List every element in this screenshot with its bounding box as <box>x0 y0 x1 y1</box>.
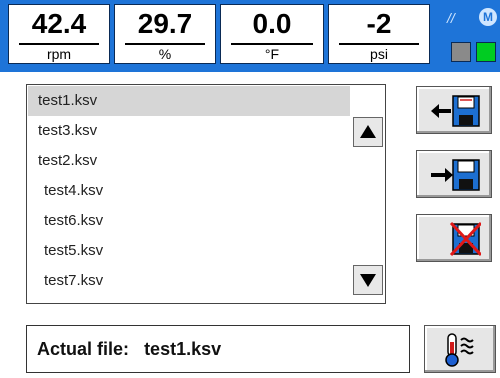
gauge-unit: °F <box>264 46 280 62</box>
save-to-disk-icon <box>431 159 480 191</box>
gauge-divider <box>339 43 419 45</box>
gauge-divider <box>231 43 313 45</box>
load-file-button[interactable] <box>416 86 492 134</box>
actual-file-label: Actual file: <box>37 339 130 359</box>
gauge-pressure: -2 psi <box>328 4 430 64</box>
temperature-button[interactable] <box>424 325 496 373</box>
thermometer-icon <box>445 333 474 367</box>
delete-file-button[interactable] <box>416 214 492 262</box>
save-file-button[interactable] <box>416 150 492 198</box>
status-bar: 42.4 rpm 29.7 % 0.0 °F -2 psi // M <box>0 0 500 72</box>
gauge-divider <box>125 43 205 45</box>
gauge-rpm: 42.4 rpm <box>8 4 110 64</box>
gauge-unit: rpm <box>46 46 72 62</box>
mode-indicator-icon: M <box>479 8 497 26</box>
file-list[interactable]: test1.ksv test3.ksv test2.ksv test4.ksv … <box>26 84 386 304</box>
delete-file-icon <box>449 221 481 257</box>
gauge-value: 0.0 <box>252 8 292 39</box>
gauge-unit: psi <box>370 46 388 62</box>
gauge-temperature: 0.0 °F <box>220 4 324 64</box>
gauge-percent: 29.7 % <box>114 4 216 64</box>
list-item[interactable]: test1.ksv <box>28 86 350 116</box>
gauge-value: -2 <box>366 8 392 39</box>
list-item[interactable]: test6.ksv <box>28 206 350 236</box>
arrow-down-icon <box>360 274 376 287</box>
load-from-disk-icon <box>431 95 480 127</box>
list-item[interactable]: test3.ksv <box>28 116 350 146</box>
status-led-green <box>476 42 496 62</box>
gauge-divider <box>19 43 99 45</box>
list-item[interactable]: test2.ksv <box>28 146 350 176</box>
gauge-unit: % <box>158 46 172 62</box>
actual-file-name: test1.ksv <box>144 339 222 359</box>
list-item[interactable]: test5.ksv <box>28 236 350 266</box>
gauge-value: 42.4 <box>31 8 87 39</box>
arrow-up-icon <box>360 125 376 138</box>
actual-file-display: Actual file: test1.ksv <box>26 325 410 373</box>
scroll-down-button[interactable] <box>353 265 383 295</box>
link-status-icon: // <box>447 10 455 26</box>
gauge-value: 29.7 <box>137 8 193 39</box>
scroll-up-button[interactable] <box>353 117 383 147</box>
list-item[interactable]: test4.ksv <box>28 176 350 206</box>
list-item[interactable]: test7.ksv <box>28 266 350 296</box>
status-led-gray <box>451 42 471 62</box>
